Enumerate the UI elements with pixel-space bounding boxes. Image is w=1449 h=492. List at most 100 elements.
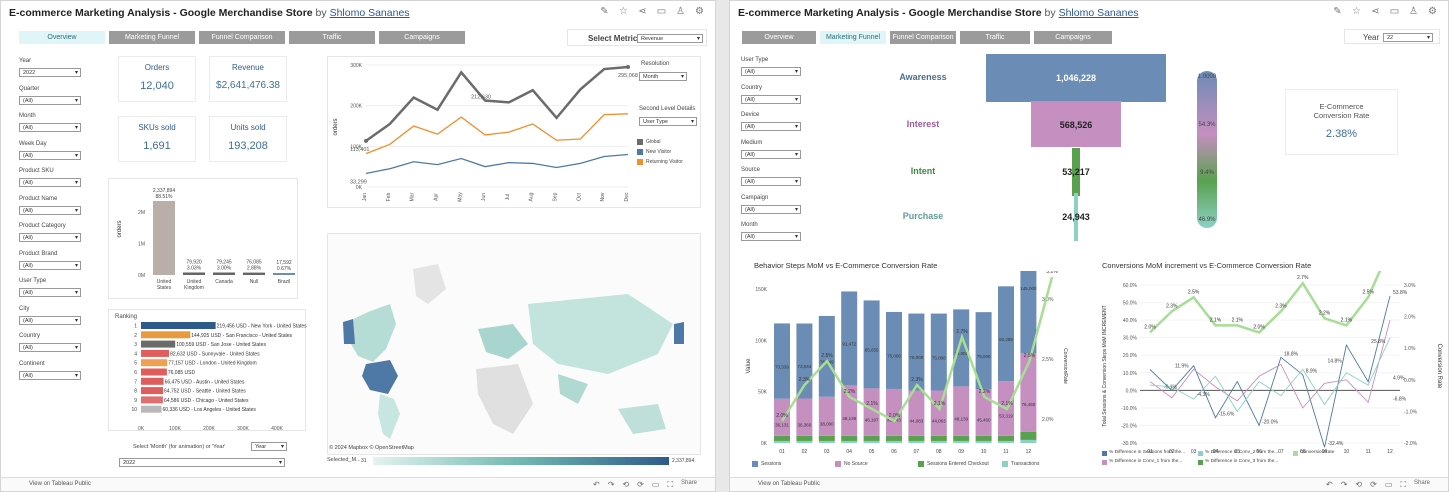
tab-funnel-comparison[interactable]: Funnel Comparison (199, 31, 285, 44)
ranking-bar[interactable] (141, 359, 168, 367)
undo-icon[interactable]: ↶ (1326, 480, 1333, 490)
ranking-bar[interactable] (141, 331, 191, 339)
filter-dropdown[interactable]: (All) (741, 149, 801, 159)
stacked-bar-segment[interactable] (841, 435, 858, 441)
undo-icon[interactable]: ↶ (593, 480, 600, 490)
comment-icon[interactable]: ▭ (1389, 6, 1400, 17)
animation-year-dropdown[interactable]: 2022 (119, 458, 285, 467)
author-link[interactable]: Shlomo Sananes (1059, 7, 1139, 19)
stacked-bar-segment[interactable] (818, 396, 835, 436)
year-dropdown[interactable]: 22 (1383, 33, 1433, 42)
refresh-icon[interactable]: ⟳ (637, 480, 644, 490)
stacked-bar-segment[interactable] (908, 440, 925, 443)
star-icon[interactable]: ☆ (618, 6, 629, 17)
stacked-bar-segment[interactable] (863, 440, 880, 443)
stacked-bar-segment[interactable] (886, 311, 902, 389)
edit-icon[interactable]: ✎ (599, 6, 610, 17)
stacked-bar-segment[interactable] (975, 435, 992, 441)
stacked-bar-segment[interactable] (1020, 439, 1037, 443)
revert-icon[interactable]: ⟲ (622, 480, 629, 490)
stacked-bar-segment[interactable] (998, 435, 1014, 441)
stacked-bar-segment[interactable] (953, 435, 970, 441)
ranking-bar[interactable] (141, 377, 164, 385)
ranking-bar[interactable] (141, 368, 167, 376)
stacked-bar-segment[interactable] (886, 435, 902, 441)
stacked-bar-segment[interactable] (818, 435, 835, 441)
select-metric-dropdown[interactable]: Revenue (637, 34, 703, 43)
ranking-bar[interactable] (141, 340, 176, 348)
download-icon[interactable]: ▭ (1385, 480, 1393, 490)
share-icon[interactable]: ⋖ (637, 6, 648, 17)
tab-overview[interactable]: Overview (742, 31, 816, 44)
filter-dropdown[interactable]: (All) (19, 260, 81, 270)
stacked-bar-segment[interactable] (841, 291, 858, 386)
tab-traffic[interactable]: Traffic (289, 31, 375, 44)
tab-marketing-funnel[interactable]: Marketing Funnel (820, 31, 886, 44)
stacked-bar-segment[interactable] (796, 398, 813, 436)
share-icon[interactable]: ⋖ (1370, 6, 1381, 17)
refresh-icon[interactable]: ⟳ (1370, 480, 1377, 490)
filter-dropdown[interactable]: (All) (741, 94, 801, 104)
world-map[interactable] (327, 233, 701, 455)
stacked-bar-segment[interactable] (998, 286, 1014, 382)
tab-traffic[interactable]: Traffic (960, 31, 1030, 44)
filter-dropdown[interactable]: (All) (19, 315, 81, 325)
stacked-bar-segment[interactable] (930, 435, 947, 441)
filter-dropdown[interactable]: (All) (741, 122, 801, 131)
stacked-bar-segment[interactable] (818, 440, 835, 443)
stacked-bar-segment[interactable] (796, 440, 813, 443)
redo-icon[interactable]: ↷ (608, 480, 615, 490)
filter-dropdown[interactable]: (All) (19, 343, 81, 352)
filter-dropdown[interactable]: (All) (741, 67, 801, 76)
revert-icon[interactable]: ⟲ (1355, 480, 1362, 490)
stacked-bar-segment[interactable] (796, 435, 813, 441)
redo-icon[interactable]: ↷ (1341, 480, 1348, 490)
comment-icon[interactable]: ▭ (656, 6, 667, 17)
stacked-bar-segment[interactable] (774, 323, 790, 399)
person-icon[interactable]: ♙ (1408, 6, 1419, 17)
stacked-bar-segment[interactable] (908, 435, 925, 441)
filter-dropdown[interactable]: (All) (741, 204, 801, 214)
filter-dropdown[interactable]: (All) (19, 233, 81, 242)
stacked-bar-segment[interactable] (886, 440, 902, 443)
edit-icon[interactable]: ✎ (1332, 6, 1343, 17)
filter-dropdown[interactable]: (All) (19, 150, 81, 160)
stacked-bar-segment[interactable] (998, 440, 1014, 443)
resolution-dropdown[interactable]: Month (639, 72, 687, 81)
filter-dropdown[interactable]: (All) (19, 370, 81, 380)
ranking-bar[interactable] (141, 349, 170, 357)
filter-dropdown[interactable]: (All) (741, 232, 801, 241)
view-on-tableau-link[interactable]: View on Tableau Public (29, 481, 91, 487)
second-level-dropdown[interactable]: User Type (639, 117, 697, 126)
stacked-bar-segment[interactable] (1020, 431, 1037, 440)
tab-funnel-comparison[interactable]: Funnel Comparison (890, 31, 956, 44)
tab-marketing-funnel[interactable]: Marketing Funnel (109, 31, 195, 44)
stacked-bar-segment[interactable] (774, 440, 790, 443)
view-on-tableau-link[interactable]: View on Tableau Public (758, 481, 820, 487)
download-icon[interactable]: ▭ (652, 480, 660, 490)
ranking-bar[interactable] (141, 405, 162, 413)
share-button[interactable]: Share (1414, 480, 1430, 490)
bar[interactable] (153, 201, 175, 275)
tab-overview[interactable]: Overview (19, 31, 105, 44)
bar[interactable] (183, 272, 205, 275)
filter-dropdown[interactable]: (All) (19, 288, 81, 297)
stacked-bar-segment[interactable] (863, 300, 880, 389)
gear-icon[interactable]: ⚙ (694, 6, 705, 17)
share-button[interactable]: Share (681, 480, 697, 490)
star-icon[interactable]: ☆ (1351, 6, 1362, 17)
tab-campaigns[interactable]: Campaigns (379, 31, 465, 44)
stacked-bar-segment[interactable] (863, 435, 880, 441)
stacked-bar-segment[interactable] (774, 435, 790, 441)
stacked-bar-segment[interactable] (975, 440, 992, 443)
gear-icon[interactable]: ⚙ (1427, 6, 1438, 17)
tab-campaigns[interactable]: Campaigns (1034, 31, 1112, 44)
stacked-bar-segment[interactable] (841, 440, 858, 443)
stacked-bar-segment[interactable] (908, 390, 925, 436)
filter-dropdown[interactable]: (All) (19, 205, 81, 215)
animation-dropdown[interactable]: Year (251, 442, 287, 451)
ranking-bar[interactable] (141, 322, 216, 329)
person-icon[interactable]: ♙ (675, 6, 686, 17)
filter-dropdown[interactable]: (All) (19, 178, 81, 187)
ranking-bar[interactable] (141, 396, 163, 404)
